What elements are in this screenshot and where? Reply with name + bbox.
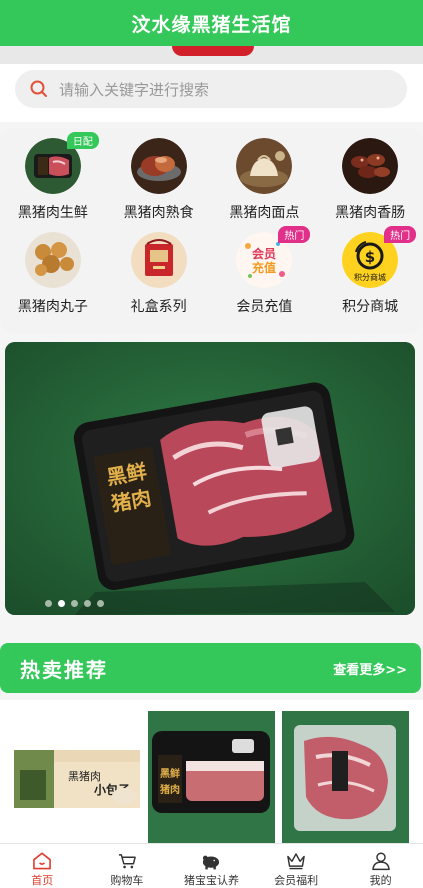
- svg-text:黑猪肉: 黑猪肉: [68, 770, 101, 783]
- category-gift-box[interactable]: 礼盒系列: [106, 232, 212, 316]
- nav-cart[interactable]: 购物车: [85, 844, 170, 888]
- promo-banner[interactable]: 黑鲜 猪肉: [5, 342, 415, 615]
- svg-text:会员: 会员: [252, 246, 276, 261]
- banner-dot[interactable]: [71, 600, 78, 607]
- sausage-icon: [342, 138, 399, 194]
- category-badge: 热门: [278, 226, 311, 243]
- category-label: 黑猪肉香肠: [335, 205, 406, 221]
- search-icon: [30, 80, 47, 97]
- category-points-mall[interactable]: $ 积分商城 热门 积分商城: [317, 226, 423, 316]
- product-card[interactable]: 黑猪肉 小包子: [14, 750, 140, 808]
- cart-icon: [118, 854, 136, 869]
- search-input[interactable]: 请输入关键字进行搜索: [15, 70, 407, 108]
- category-label: 积分商城: [342, 299, 399, 315]
- nav-label: 我的: [369, 874, 392, 887]
- banner-image: 黑鲜 猪肉: [5, 342, 415, 615]
- nav-member-benefits[interactable]: 会员福利: [254, 844, 339, 888]
- category-badge: 热门: [384, 226, 417, 243]
- banner-pagination: [45, 600, 104, 607]
- nav-label: 首页: [31, 874, 54, 887]
- hot-recommend-header: 热卖推荐 查看更多>>: [0, 643, 421, 693]
- category-fresh-pork[interactable]: 日配 黑猪肉生鲜: [0, 132, 106, 222]
- section-title: 热卖推荐: [20, 657, 108, 682]
- banner-dot[interactable]: [84, 600, 91, 607]
- product-list: 黑猪肉 小包子 黑鲜 猪肉: [0, 700, 423, 843]
- category-cooked-pork[interactable]: 黑猪肉熟食: [106, 138, 212, 222]
- page-title: 汶水缘黑猪生活馆: [131, 13, 292, 36]
- view-more-link[interactable]: 查看更多>>: [333, 659, 407, 678]
- banner-peek: [172, 46, 254, 56]
- cooked-pork-icon: [130, 138, 187, 194]
- category-label: 黑猪肉面点: [229, 205, 300, 221]
- meatball-icon: [24, 232, 81, 288]
- nav-home[interactable]: 首页: [0, 844, 85, 888]
- banner-dot[interactable]: [58, 600, 65, 607]
- category-label: 黑猪肉丸子: [17, 299, 88, 315]
- nav-label: 购物车: [110, 874, 144, 887]
- nav-label: 猪宝宝认养: [183, 874, 239, 887]
- product-card[interactable]: [282, 711, 409, 843]
- category-grid: 日配 黑猪肉生鲜 黑猪肉熟食 黑猪肉面点 黑猪肉香肠 黑猪肉丸子 礼盒系列 会员…: [0, 128, 423, 333]
- crown-icon: [287, 853, 305, 870]
- pork-ribs-package-icon: [282, 711, 409, 843]
- category-badge: 日配: [66, 132, 99, 149]
- pastry-icon: [236, 138, 293, 194]
- bottom-nav: 首页 购物车 猪宝宝认养 会员福利 我的: [0, 843, 423, 888]
- category-label: 黑猪肉熟食: [123, 205, 194, 221]
- svg-text:积分商城: 积分商城: [354, 272, 386, 282]
- svg-text:$: $: [365, 248, 375, 266]
- home-icon: [33, 852, 52, 870]
- category-member-recharge[interactable]: 会员 充值 热门 会员充值: [212, 226, 318, 316]
- category-meatball[interactable]: 黑猪肉丸子: [0, 232, 106, 316]
- user-icon: [371, 852, 390, 871]
- piggy-icon: [203, 855, 220, 870]
- category-label: 礼盒系列: [130, 299, 187, 315]
- nav-profile[interactable]: 我的: [338, 844, 423, 888]
- svg-text:猪肉: 猪肉: [159, 783, 180, 796]
- category-sausage[interactable]: 黑猪肉香肠: [317, 138, 423, 222]
- gift-box-icon: [130, 232, 187, 288]
- pork-bun-package-icon: 黑猪肉 小包子: [14, 750, 140, 808]
- banner-dot[interactable]: [97, 600, 104, 607]
- app-header: 汶水缘黑猪生活馆: [0, 0, 423, 46]
- search-placeholder: 请输入关键字进行搜索: [59, 80, 210, 99]
- search-section: 请输入关键字进行搜索: [0, 64, 423, 122]
- category-label: 黑猪肉生鲜: [17, 205, 88, 221]
- svg-text:黑鲜: 黑鲜: [160, 767, 180, 780]
- header-banner-strip: [0, 46, 423, 64]
- category-label: 会员充值: [236, 299, 293, 315]
- banner-dot[interactable]: [45, 600, 52, 607]
- nav-pig-adopt[interactable]: 猪宝宝认养: [169, 844, 254, 888]
- nav-label: 会员福利: [274, 874, 319, 887]
- product-card[interactable]: 黑鲜 猪肉: [148, 711, 275, 843]
- pork-slab-package-icon: 黑鲜 猪肉: [148, 711, 275, 843]
- category-pastry[interactable]: 黑猪肉面点: [212, 138, 318, 222]
- svg-text:充值: 充值: [252, 260, 276, 275]
